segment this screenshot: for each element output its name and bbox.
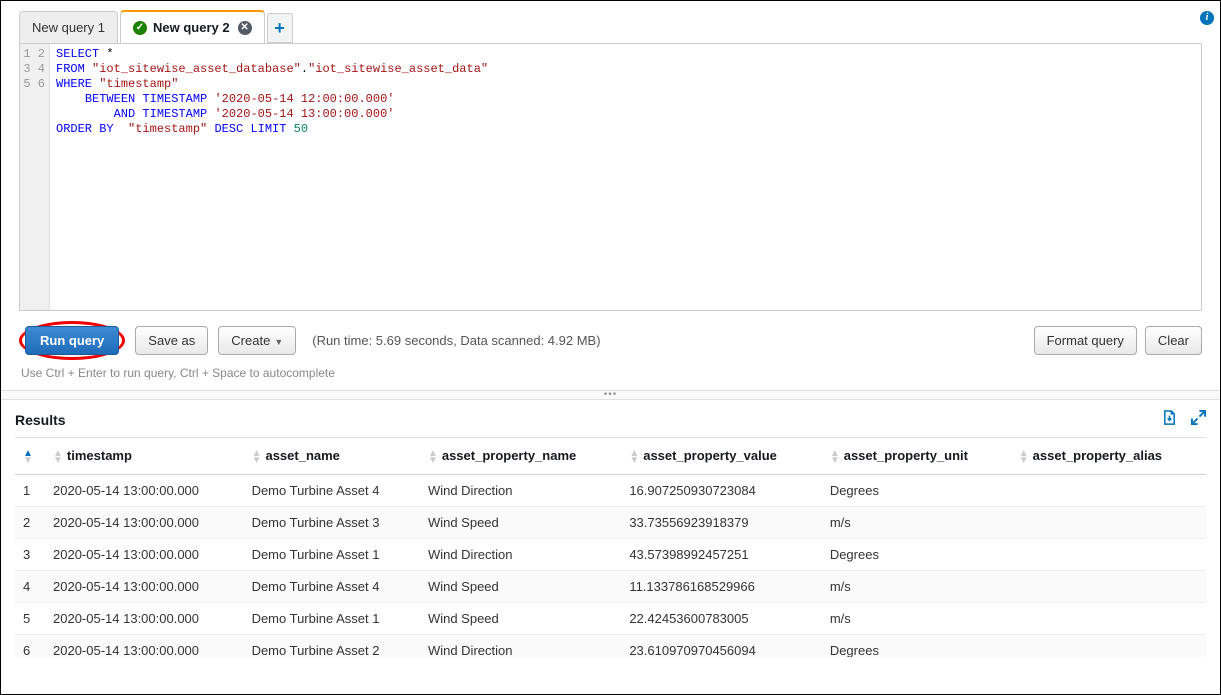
cell-asset-property-value: 33.73556923918379 [621,506,822,538]
editor-gutter: 1 2 3 4 5 6 [20,44,50,310]
chevron-down-icon: ▼ [274,337,283,347]
row-index: 4 [15,570,45,602]
close-icon[interactable]: ✕ [238,21,252,35]
cell-asset-property-value: 43.57398992457251 [621,538,822,570]
cell-asset-property-alias [1011,570,1206,602]
query-tabs: New query 1 ✓ New query 2 ✕ + [19,9,1214,43]
clear-button[interactable]: Clear [1145,326,1202,355]
col-asset_property_name[interactable]: ▲▼asset_property_name [420,438,621,474]
cell-timestamp: 2020-05-14 13:00:00.000 [45,474,244,506]
cell-asset-property-alias [1011,506,1206,538]
cell-asset-property-value: 11.133786168529966 [621,570,822,602]
info-icon[interactable]: i [1200,11,1214,25]
row-index: 3 [15,538,45,570]
run-button-highlight: Run query [19,321,125,360]
tab-query-1[interactable]: New query 1 [19,11,118,43]
cell-asset-property-alias [1011,634,1206,657]
row-index: 5 [15,602,45,634]
add-tab-button[interactable]: + [267,13,293,43]
cell-asset-property-name: Wind Direction [420,634,621,657]
cell-asset-name: Demo Turbine Asset 1 [244,602,420,634]
query-toolbar: Run query Save as Create ▼ (Run time: 5.6… [7,311,1214,364]
table-row: 2 2020-05-14 13:00:00.000 Demo Turbine A… [15,506,1206,538]
cell-asset-property-name: Wind Direction [420,538,621,570]
splitter-handle[interactable]: ••• [1,390,1220,400]
col-index[interactable]: ▲▼ [15,438,45,474]
cell-timestamp: 2020-05-14 13:00:00.000 [45,602,244,634]
download-icon[interactable] [1162,410,1177,429]
sql-editor[interactable]: 1 2 3 4 5 6 SELECT * FROM "iot_sitewise_… [19,43,1202,311]
cell-timestamp: 2020-05-14 13:00:00.000 [45,570,244,602]
row-index: 6 [15,634,45,657]
col-timestamp[interactable]: ▲▼timestamp [45,438,244,474]
tab-label: New query 2 [153,20,230,35]
cell-asset-name: Demo Turbine Asset 4 [244,474,420,506]
table-row: 1 2020-05-14 13:00:00.000 Demo Turbine A… [15,474,1206,506]
tab-query-2[interactable]: ✓ New query 2 ✕ [120,10,265,43]
cell-asset-property-unit: m/s [822,602,1011,634]
cell-asset-name: Demo Turbine Asset 4 [244,570,420,602]
cell-timestamp: 2020-05-14 13:00:00.000 [45,634,244,657]
cell-asset-property-name: Wind Speed [420,570,621,602]
row-index: 2 [15,506,45,538]
results-table: ▲▼▲▼timestamp▲▼asset_name▲▼asset_propert… [15,438,1206,657]
cell-asset-property-value: 22.42453600783005 [621,602,822,634]
cell-asset-name: Demo Turbine Asset 2 [244,634,420,657]
save-as-button[interactable]: Save as [135,326,208,355]
cell-asset-property-name: Wind Speed [420,602,621,634]
cell-asset-property-value: 23.610970970456094 [621,634,822,657]
col-asset_name[interactable]: ▲▼asset_name [244,438,420,474]
cell-asset-property-unit: Degrees [822,538,1011,570]
col-asset_property_value[interactable]: ▲▼asset_property_value [621,438,822,474]
success-icon: ✓ [133,21,147,35]
create-button[interactable]: Create ▼ [218,326,296,355]
cell-asset-property-unit: m/s [822,506,1011,538]
editor-code[interactable]: SELECT * FROM "iot_sitewise_asset_databa… [50,44,1201,310]
col-asset_property_alias[interactable]: ▲▼asset_property_alias [1011,438,1206,474]
table-row: 6 2020-05-14 13:00:00.000 Demo Turbine A… [15,634,1206,657]
cell-asset-property-alias [1011,474,1206,506]
cell-asset-property-name: Wind Speed [420,506,621,538]
table-row: 4 2020-05-14 13:00:00.000 Demo Turbine A… [15,570,1206,602]
keyboard-hint: Use Ctrl + Enter to run query, Ctrl + Sp… [7,364,1214,390]
cell-asset-property-unit: Degrees [822,634,1011,657]
cell-asset-name: Demo Turbine Asset 1 [244,538,420,570]
tab-label: New query 1 [32,20,105,35]
cell-asset-property-unit: m/s [822,570,1011,602]
expand-icon[interactable] [1191,410,1206,429]
run-query-button[interactable]: Run query [25,326,119,355]
cell-asset-property-value: 16.907250930723084 [621,474,822,506]
cell-asset-name: Demo Turbine Asset 3 [244,506,420,538]
cell-asset-property-unit: Degrees [822,474,1011,506]
create-label: Create [231,333,270,348]
cell-asset-property-alias [1011,538,1206,570]
table-row: 5 2020-05-14 13:00:00.000 Demo Turbine A… [15,602,1206,634]
table-row: 3 2020-05-14 13:00:00.000 Demo Turbine A… [15,538,1206,570]
row-index: 1 [15,474,45,506]
col-asset_property_unit[interactable]: ▲▼asset_property_unit [822,438,1011,474]
cell-asset-property-alias [1011,602,1206,634]
cell-timestamp: 2020-05-14 13:00:00.000 [45,538,244,570]
results-title: Results [15,412,66,428]
results-table-wrap[interactable]: ▲▼▲▼timestamp▲▼asset_name▲▼asset_propert… [15,437,1206,657]
run-stats: (Run time: 5.69 seconds, Data scanned: 4… [312,333,600,348]
format-query-button[interactable]: Format query [1034,326,1137,355]
cell-asset-property-name: Wind Direction [420,474,621,506]
cell-timestamp: 2020-05-14 13:00:00.000 [45,506,244,538]
